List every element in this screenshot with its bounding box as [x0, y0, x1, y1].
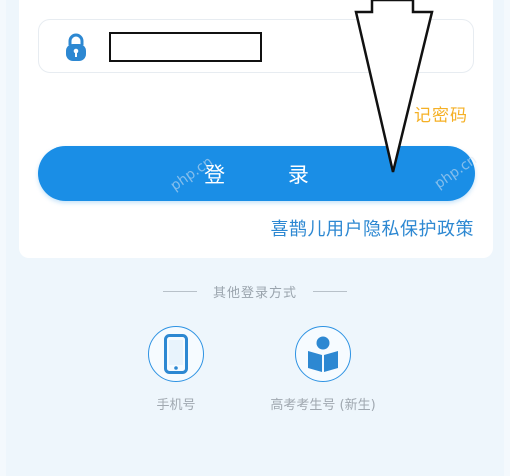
divider-line-left: [162, 290, 197, 292]
lock-icon: [66, 33, 86, 61]
other-login-title: 其他登录方式: [212, 285, 297, 301]
phone-login-option[interactable]: 手机号: [148, 326, 204, 413]
divider-line-right: [313, 290, 347, 292]
phone-icon: [164, 334, 188, 374]
exam-id-login-label: 高考考生号 (新生): [270, 398, 376, 413]
login-button[interactable]: 登 录: [38, 146, 475, 201]
password-field[interactable]: [38, 19, 474, 73]
privacy-policy-link[interactable]: 喜鹊儿用户隐私保护政策: [271, 215, 475, 241]
forgot-password-link[interactable]: 记密码: [414, 101, 468, 126]
phone-login-button[interactable]: [148, 326, 204, 382]
exam-id-login-option[interactable]: 高考考生号 (新生): [265, 326, 381, 413]
reading-person-icon: [308, 336, 338, 372]
phone-login-label: 手机号: [156, 398, 196, 413]
password-input[interactable]: [109, 32, 262, 62]
other-login-divider: 其他登录方式: [0, 280, 510, 302]
exam-id-login-button[interactable]: [295, 326, 351, 382]
